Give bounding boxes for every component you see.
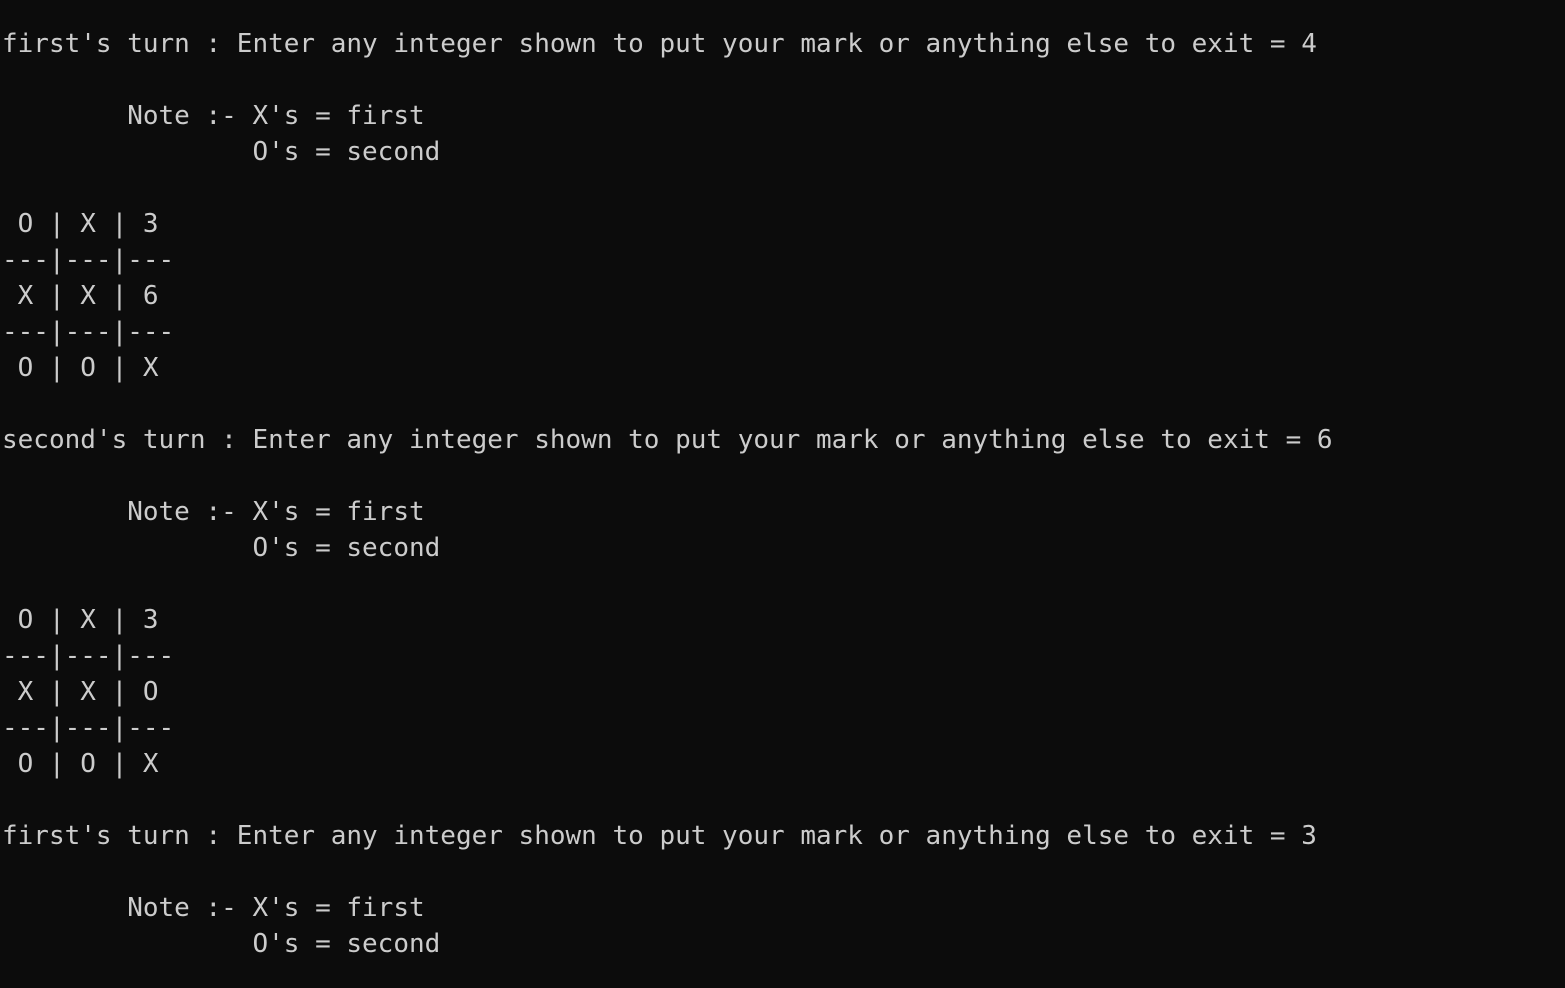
board-row: X | X | 6 — [2, 281, 159, 311]
board-row: O | X | 3 — [2, 605, 159, 635]
note-line: O's = second — [2, 929, 441, 959]
note-line: O's = second — [2, 137, 441, 167]
board-row: O | O | X — [2, 353, 159, 383]
note-line: Note :- X's = first — [2, 893, 425, 923]
prompt-line: first's turn : Enter any integer shown t… — [2, 821, 1317, 851]
board-row: X | X | O — [2, 677, 159, 707]
board-row: O | O | X — [2, 749, 159, 779]
note-line: Note :- X's = first — [2, 101, 425, 131]
board-separator: ---|---|--- — [2, 317, 175, 347]
note-line: Note :- X's = first — [2, 497, 425, 527]
note-line: O's = second — [2, 533, 441, 563]
terminal-output: first's turn : Enter any integer shown t… — [2, 26, 1333, 962]
board-separator: ---|---|--- — [2, 713, 175, 743]
board-separator: ---|---|--- — [2, 641, 175, 671]
board-separator: ---|---|--- — [2, 245, 175, 275]
prompt-line: first's turn : Enter any integer shown t… — [2, 29, 1317, 59]
prompt-line: second's turn : Enter any integer shown … — [2, 425, 1333, 455]
board-row: O | X | 3 — [2, 209, 159, 239]
